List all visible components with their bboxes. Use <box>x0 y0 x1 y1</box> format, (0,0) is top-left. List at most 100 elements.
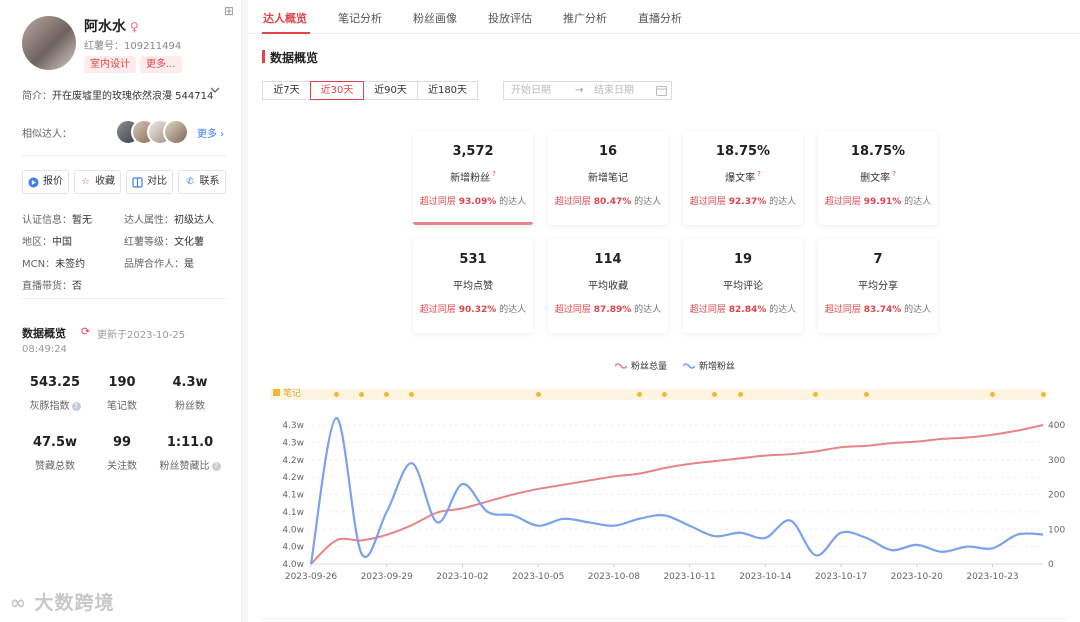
tab-live[interactable]: 直播分析 <box>638 10 682 26</box>
refresh-icon[interactable]: ⟳ <box>81 325 90 338</box>
comparison-prefix: 超过同层 <box>554 305 591 315</box>
y2-tick-label: 300 <box>1048 456 1065 466</box>
metric-card[interactable]: 7 平均分享 超过同层 83.74% 的达人 <box>818 239 938 333</box>
help-icon[interactable]: ? <box>892 170 896 178</box>
x-tick-label: 2023-10-08 <box>588 572 641 582</box>
main-panel: 达人概览 笔记分析 粉丝画像 投放评估 推广分析 直播分析 数据概览 近7天 近… <box>248 0 1080 622</box>
stat-value: 1:11.0 <box>166 435 214 450</box>
more-similar-label: 更多 <box>197 129 217 140</box>
x-tick-label: 2023-09-29 <box>361 572 414 582</box>
metric-card[interactable]: 16 新增笔记超过同层 80.47% 的达人 <box>548 131 668 225</box>
more-similar-link[interactable]: 更多 › <box>197 125 224 140</box>
metric-card[interactable]: 114 平均收藏 超过同层 87.89% 的达人 <box>548 239 668 333</box>
tab-notes[interactable]: 笔记分析 <box>338 10 382 26</box>
note-marker[interactable] <box>636 392 642 397</box>
comparison-suffix: 的达人 <box>901 197 932 207</box>
x-tick-label: 2023-10-17 <box>815 572 867 582</box>
stat-label: 笔记数 <box>107 401 137 412</box>
info-value: 初级达人 <box>174 215 214 226</box>
favorite-label: 收藏 <box>95 176 115 187</box>
metric-card[interactable]: 18.75% 删文率? 超过同层 99.91% 的达人 <box>818 131 938 225</box>
chevron-down-icon[interactable] <box>210 85 220 95</box>
stat-label: 赞藏总数 <box>35 461 75 472</box>
note-marker[interactable] <box>535 392 541 397</box>
bio-label: 简介： <box>22 91 52 102</box>
note-marker[interactable] <box>863 392 869 397</box>
range-30d[interactable]: 近30天 <box>310 81 364 100</box>
legend-line-icon <box>683 362 695 369</box>
contact-button[interactable]: ✆ 联系 <box>178 170 226 194</box>
range-90d[interactable]: 近90天 <box>363 81 418 100</box>
metric-comparison: 超过同层 99.91% 的达人 <box>818 194 938 207</box>
help-icon[interactable]: ? <box>757 170 761 178</box>
comparison-percent: 82.84% <box>728 305 767 315</box>
comparison-suffix: 的达人 <box>496 305 527 315</box>
comparison-prefix: 超过同层 <box>689 197 726 207</box>
qrcode-icon[interactable]: ⊞ <box>224 4 234 18</box>
x-tick-label: 2023-10-05 <box>512 572 564 582</box>
y2-tick-label: 100 <box>1048 525 1065 535</box>
help-icon[interactable]: ? <box>211 462 221 471</box>
y-tick-label: 4.2w <box>282 473 304 483</box>
metric-value: 531 <box>459 252 487 267</box>
favorite-button[interactable]: ☆ 收藏 <box>74 170 121 194</box>
note-marker[interactable] <box>990 392 996 397</box>
metric-comparison: 超过同层 87.89% 的达人 <box>548 302 668 315</box>
stat-value: 99 <box>112 435 132 450</box>
comparison-percent: 92.37% <box>728 197 767 207</box>
legend-line-icon <box>615 362 627 369</box>
stat-label: 关注数 <box>107 461 137 472</box>
red-id: 红薯号：109211494 <box>84 37 181 52</box>
stat-value: 4.3w <box>172 375 208 390</box>
start-date-input[interactable]: 开始日期 <box>511 82 551 99</box>
quote-button[interactable]: 报价 <box>22 170 69 194</box>
metric-value: 16 <box>598 144 618 159</box>
date-range-picker[interactable]: 开始日期 → 结束日期 <box>503 81 672 100</box>
metric-label-text: 新增笔记 <box>588 173 628 184</box>
metric-label-text: 爆文率 <box>725 173 756 184</box>
help-icon[interactable]: ? <box>71 402 81 411</box>
tab-fans[interactable]: 粉丝画像 <box>413 10 457 26</box>
tab-bar: 达人概览 笔记分析 粉丝画像 投放评估 推广分析 直播分析 <box>248 0 1080 34</box>
x-tick-label: 2023-09-26 <box>285 572 338 582</box>
y-tick-label: 4.1w <box>282 508 304 518</box>
legend-total-fans[interactable]: 粉丝总量 <box>615 359 667 372</box>
overview-title: 数据概览 <box>22 327 66 340</box>
stat-value: 543.25 <box>29 375 81 390</box>
metric-card[interactable]: 531 平均点赞 超过同层 90.32% 的达人 <box>413 239 533 333</box>
user-name-text: 阿水水 <box>84 19 126 35</box>
info-attribute: 达人属性：初级达人 <box>124 211 214 226</box>
range-7d[interactable]: 近7天 <box>262 81 311 100</box>
info-value: 暂无 <box>72 215 92 226</box>
stat-value: 47.5w <box>32 435 78 450</box>
compare-button[interactable]: 对比 <box>126 170 173 194</box>
metric-card[interactable]: 3,572 新增粉丝? 超过同层 93.09% 的达人 <box>413 131 533 225</box>
similar-avatar[interactable] <box>163 119 189 145</box>
tab-promotion[interactable]: 推广分析 <box>563 10 607 26</box>
y-tick-label: 4.3w <box>282 421 304 431</box>
comparison-percent: 83.74% <box>863 305 902 315</box>
metric-comparison: 超过同层 90.32% 的达人 <box>413 302 533 315</box>
tab-overview[interactable]: 达人概览 <box>263 10 307 26</box>
help-icon[interactable]: ? <box>492 170 496 178</box>
metric-comparison: 超过同层 80.47% 的达人 <box>548 194 668 207</box>
note-marker[interactable] <box>661 392 667 397</box>
info-live-commerce: 直播带货：否 <box>22 277 82 292</box>
note-marker[interactable] <box>333 392 339 397</box>
range-180d[interactable]: 近180天 <box>417 81 478 100</box>
end-date-input[interactable]: 结束日期 <box>594 82 634 99</box>
arrow-right-icon: → <box>575 85 584 96</box>
note-marker[interactable] <box>358 392 364 397</box>
metric-card[interactable]: 19 平均评论 超过同层 82.84% 的达人 <box>683 239 803 333</box>
compare-icon <box>132 176 143 188</box>
tag-more[interactable]: 更多... <box>140 56 182 73</box>
note-marker[interactable] <box>737 392 743 397</box>
tab-placement[interactable]: 投放评估 <box>488 10 532 26</box>
metric-card[interactable]: 18.75% 爆文率? 超过同层 92.37% 的达人 <box>683 131 803 225</box>
legend-new-fans[interactable]: 新增粉丝 <box>683 359 735 372</box>
divider <box>22 298 226 299</box>
note-marker[interactable] <box>1040 392 1046 397</box>
female-icon: ♀ <box>130 20 139 34</box>
y-tick-label: 4.0w <box>282 560 304 570</box>
watermark-logo-icon: ∞ <box>10 592 35 614</box>
